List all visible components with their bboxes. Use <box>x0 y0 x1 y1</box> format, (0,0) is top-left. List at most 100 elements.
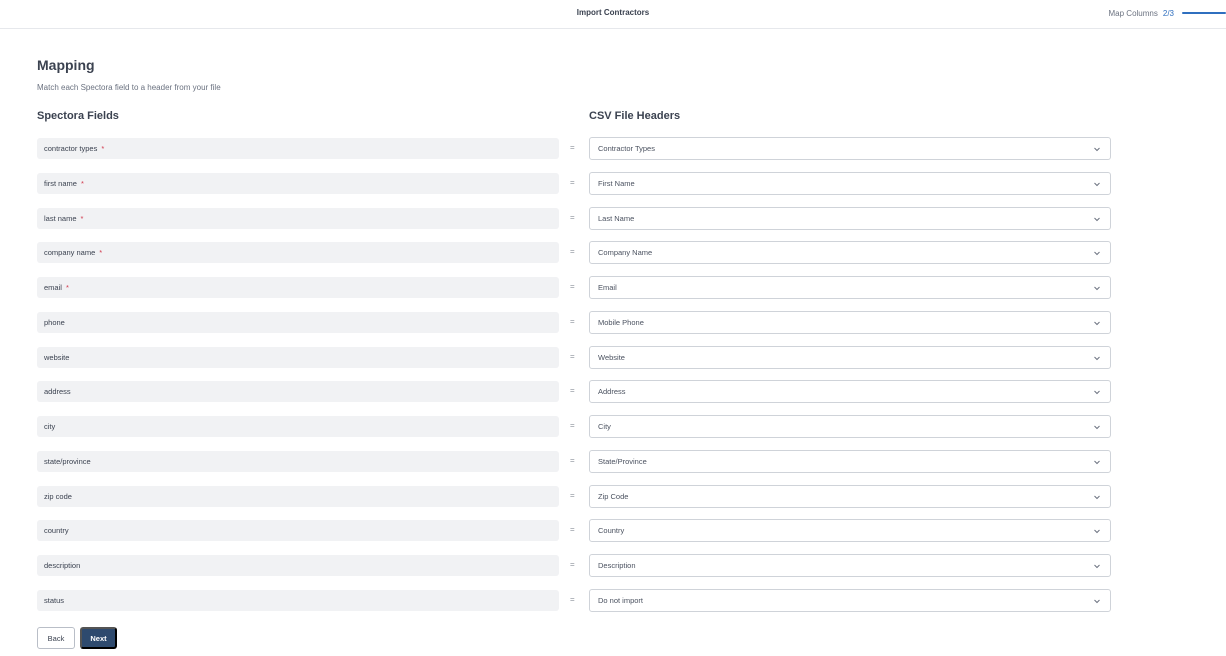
csv-header-value: Mobile Phone <box>598 317 644 327</box>
spectora-field-label: first name <box>44 178 77 188</box>
mapping-row: status = Do not import <box>0 588 1226 613</box>
spectora-field-label: website <box>44 352 70 362</box>
chevron-down-icon <box>1094 286 1100 291</box>
spectora-field-label: phone <box>44 317 65 327</box>
equals-sign: = <box>570 594 575 604</box>
equals-sign: = <box>570 490 575 500</box>
equals-sign: = <box>570 560 575 569</box>
chevron-down-icon <box>1094 460 1100 464</box>
spectora-field: contractor types * <box>37 138 559 159</box>
chevron-down-icon <box>1094 147 1100 152</box>
csv-header-select[interactable]: First Name <box>589 171 1111 195</box>
section-subheading: Match each Spectora field to a header fr… <box>37 83 221 92</box>
spectora-field: website <box>37 346 559 368</box>
equals-sign: = <box>570 247 575 257</box>
required-marker: * <box>80 213 84 223</box>
spectora-field-label: description <box>44 561 81 570</box>
spectora-field-label: email <box>44 283 62 292</box>
csv-header-select[interactable]: Contractor Types <box>589 137 1111 160</box>
mapping-row: city = City <box>0 415 1226 439</box>
spectora-field: state/province <box>37 450 559 472</box>
spectora-field-label: state/province <box>44 456 91 466</box>
spectora-field-label: company name <box>44 248 96 258</box>
next-button[interactable]: Next <box>80 627 117 649</box>
mapping-row: zip code = Zip Code <box>0 484 1226 509</box>
required-marker: * <box>80 178 84 188</box>
step-label: Map Columns <box>1108 8 1158 18</box>
chevron-down-icon <box>1094 182 1100 186</box>
required-marker: * <box>101 144 105 153</box>
mapping-row: description = Description <box>0 554 1226 578</box>
spectora-field: company name * <box>37 242 559 264</box>
csv-header-select[interactable]: City <box>589 415 1111 438</box>
csv-header-value: Zip Code <box>598 491 629 501</box>
csv-header-value: Website <box>598 352 625 362</box>
csv-header-select[interactable]: Description <box>589 554 1111 577</box>
csv-header-select[interactable]: Address <box>589 380 1111 404</box>
csv-header-value: State/Province <box>598 456 647 466</box>
spectora-field: email * <box>37 277 559 298</box>
required-marker: * <box>65 283 69 292</box>
back-button[interactable]: Back <box>37 627 75 649</box>
spectora-field-label: zip code <box>44 491 72 501</box>
spectora-field-label: city <box>44 422 56 431</box>
equals-sign: = <box>570 525 575 535</box>
mapping-row: contractor types * = Contractor Types <box>0 137 1226 161</box>
spectora-field: city <box>37 416 559 437</box>
top-bar: Import Contractors Map Columns 2/3 <box>0 0 1226 29</box>
progress-bar <box>1182 12 1226 14</box>
mapping-row: website = Website <box>0 345 1226 370</box>
equals-sign: = <box>570 421 575 430</box>
mapping-row: phone = Mobile Phone <box>0 310 1226 335</box>
csv-header-value: Description <box>598 561 636 570</box>
mapping-row: state/province = State/Province <box>0 449 1226 474</box>
csv-header-select[interactable]: Mobile Phone <box>589 310 1111 334</box>
csv-header-value: Email <box>598 283 617 292</box>
csv-headers-title: CSV File Headers <box>589 110 681 122</box>
spectora-field: description <box>37 555 559 576</box>
equals-sign: = <box>570 316 575 326</box>
mapping-row: company name * = Company Name <box>0 241 1226 265</box>
mapping-row: country = Country <box>0 519 1226 543</box>
csv-header-select[interactable]: Zip Code <box>589 484 1111 508</box>
csv-header-value: First Name <box>598 178 635 188</box>
csv-header-select[interactable]: Website <box>589 345 1111 369</box>
spectora-fields-title: Spectora Fields <box>37 110 119 122</box>
csv-header-select[interactable]: Email <box>589 276 1111 299</box>
step-progress: Map Columns 2/3 <box>1109 7 1226 19</box>
csv-header-value: Last Name <box>598 213 635 223</box>
required-marker: * <box>99 248 103 258</box>
mapping-row: last name * = Last Name <box>0 206 1226 231</box>
csv-header-select[interactable]: Last Name <box>589 206 1111 230</box>
chevron-down-icon <box>1094 425 1100 430</box>
mapping-row: email * = Email <box>0 276 1226 300</box>
spectora-field-label: last name <box>44 213 77 223</box>
spectora-field-label: address <box>44 387 71 397</box>
chevron-down-icon <box>1094 599 1100 603</box>
chevron-down-icon <box>1094 251 1100 256</box>
equals-sign: = <box>570 351 575 361</box>
mapping-row: address = Address <box>0 380 1226 404</box>
step-count: 2/3 <box>1162 8 1174 18</box>
csv-header-value: City <box>598 422 611 431</box>
chevron-down-icon <box>1094 564 1100 569</box>
chevron-down-icon <box>1094 495 1100 499</box>
csv-header-select[interactable]: Country <box>589 519 1111 543</box>
spectora-field-label: status <box>44 595 65 605</box>
spectora-field: last name * <box>37 207 559 229</box>
chevron-down-icon <box>1094 529 1100 534</box>
chevron-down-icon <box>1094 217 1100 221</box>
csv-header-select[interactable]: Do not import <box>589 588 1111 612</box>
csv-header-value: Do not import <box>598 595 644 605</box>
mapping-row: first name * = First Name <box>0 171 1226 196</box>
csv-header-select[interactable]: State/Province <box>589 449 1111 473</box>
spectora-field: first name * <box>37 172 559 194</box>
equals-sign: = <box>570 212 575 222</box>
csv-header-select[interactable]: Company Name <box>589 241 1111 265</box>
section-heading: Mapping <box>37 57 95 73</box>
equals-sign: = <box>570 282 575 291</box>
spectora-field: zip code <box>37 485 559 507</box>
chevron-down-icon <box>1094 390 1100 395</box>
csv-header-value: Country <box>598 526 625 536</box>
chevron-down-icon <box>1094 356 1100 360</box>
